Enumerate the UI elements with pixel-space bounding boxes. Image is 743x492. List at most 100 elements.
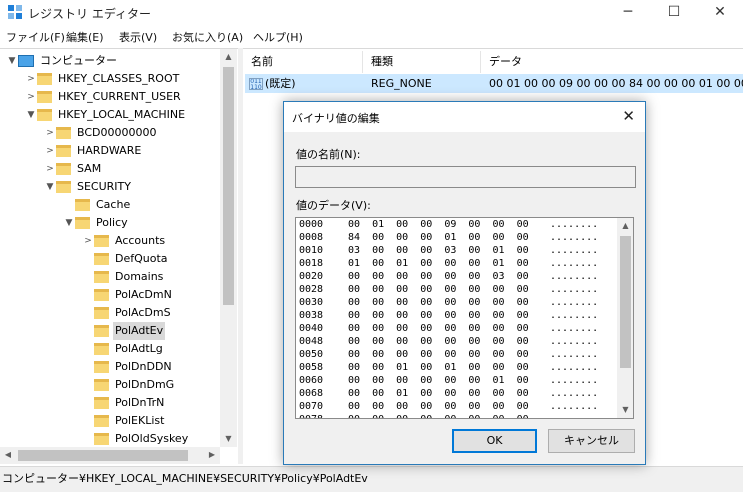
tree-item[interactable]: > SAM xyxy=(44,160,103,178)
collapsed-arrow-icon[interactable]: > xyxy=(25,70,37,88)
hex-address: 0020 xyxy=(299,271,324,282)
ok-button[interactable]: OK xyxy=(452,429,537,453)
scroll-up-arrow-icon[interactable]: ▲ xyxy=(220,49,237,65)
menu-help[interactable]: ヘルプ(H) xyxy=(253,29,303,45)
tree-item[interactable]: > HKEY_CURRENT_USER xyxy=(25,88,183,106)
collapsed-arrow-icon[interactable]: > xyxy=(44,124,56,142)
hex-row[interactable]: 0000 00 01 00 00 09 00 00 00........ xyxy=(299,219,617,231)
tree-item[interactable]: PolAdtLg xyxy=(82,340,165,358)
column-type[interactable]: 種類 xyxy=(363,51,481,73)
tree-item[interactable]: PolAdtEv xyxy=(82,322,166,340)
hex-ascii: ........ xyxy=(550,336,599,347)
hex-row[interactable]: 0050 00 00 00 00 00 00 00 00........ xyxy=(299,349,617,361)
folder-icon xyxy=(56,163,71,175)
tree-item[interactable]: ▼ コンピューター xyxy=(6,52,119,70)
tree-item-label: SECURITY xyxy=(77,180,131,193)
tree-scroll-thumb[interactable] xyxy=(223,67,234,305)
tree-item-label: Accounts xyxy=(115,234,166,247)
hex-row[interactable]: 0008 84 00 00 00 01 00 00 00........ xyxy=(299,232,617,244)
folder-icon xyxy=(94,253,109,265)
cancel-button[interactable]: キャンセル xyxy=(548,429,635,453)
menu-file[interactable]: ファイル(F) xyxy=(6,29,65,45)
tree-item[interactable]: Domains xyxy=(82,268,165,286)
hex-ascii: ........ xyxy=(550,258,599,269)
hex-scroll-thumb[interactable] xyxy=(620,236,631,368)
collapsed-arrow-icon[interactable]: > xyxy=(25,88,37,106)
tree-item[interactable]: > BCD00000000 xyxy=(44,124,159,142)
minimize-button[interactable]: ─ xyxy=(605,0,651,26)
hex-row[interactable]: 0048 00 00 00 00 00 00 00 00........ xyxy=(299,336,617,348)
maximize-button[interactable]: ☐ xyxy=(651,0,697,26)
tree-item[interactable]: PolDnDDN xyxy=(82,358,174,376)
folder-icon xyxy=(56,181,71,193)
tree-horizontal-scrollbar[interactable]: ◀ ▶ xyxy=(0,447,220,464)
tree-hscroll-thumb[interactable] xyxy=(18,450,188,461)
hex-row[interactable]: 0020 00 00 00 00 00 00 03 00........ xyxy=(299,271,617,283)
expanded-arrow-icon[interactable]: ▼ xyxy=(25,106,37,124)
hex-scroll-down-arrow-icon[interactable]: ▼ xyxy=(617,402,633,418)
tree-item-label: PolDnTrN xyxy=(115,396,165,409)
tree-item-label: PolDnDDN xyxy=(115,360,172,373)
tree-item[interactable]: PolDnDmG xyxy=(82,376,176,394)
dialog-close-icon[interactable]: ✕ xyxy=(622,107,635,125)
key-tree[interactable]: ▼ コンピューター > HKEY_CLASSES_ROOT > HKEY_CURRENT_… xyxy=(0,48,238,464)
column-name[interactable]: 名前 xyxy=(243,51,363,73)
hex-ascii: ........ xyxy=(550,271,599,282)
scroll-right-arrow-icon[interactable]: ▶ xyxy=(204,447,220,464)
hex-row[interactable]: 0028 00 00 00 00 00 00 00 00........ xyxy=(299,284,617,296)
collapsed-arrow-icon[interactable]: > xyxy=(44,160,56,178)
menu-favorites[interactable]: お気に入り(A) xyxy=(172,29,243,45)
menu-view[interactable]: 表示(V) xyxy=(119,29,157,45)
hex-ascii: ........ xyxy=(550,310,599,321)
tree-item[interactable]: PolEKList xyxy=(82,412,166,430)
tree-item[interactable]: Cache xyxy=(63,196,132,214)
status-bar: コンピューター¥HKEY_LOCAL_MACHINE¥SECURITY¥Poli… xyxy=(0,466,743,492)
tree-item-label: コンピューター xyxy=(40,54,117,67)
collapsed-arrow-icon[interactable]: > xyxy=(44,142,56,160)
hex-row[interactable]: 0070 00 00 00 00 00 00 00 00........ xyxy=(299,401,617,413)
tree-item[interactable]: > HKEY_CLASSES_ROOT xyxy=(25,70,181,88)
hex-vertical-scrollbar[interactable]: ▲ ▼ xyxy=(617,218,633,418)
hex-row[interactable]: 0010 03 00 00 00 03 00 01 00........ xyxy=(299,245,617,257)
tree-item[interactable]: ▼ Policy xyxy=(63,214,130,232)
collapsed-arrow-icon[interactable]: > xyxy=(82,232,94,250)
tree-item[interactable]: PolDnTrN xyxy=(82,394,166,412)
hex-ascii: ........ xyxy=(550,349,599,360)
tree-item[interactable]: ▼ SECURITY xyxy=(44,178,133,196)
tree-item[interactable]: DefQuota xyxy=(82,250,170,268)
scroll-down-arrow-icon[interactable]: ▼ xyxy=(220,431,237,447)
hex-address: 0048 xyxy=(299,336,324,347)
tree-item[interactable]: PolAcDmS xyxy=(82,304,173,322)
value-data-cell: 00 01 00 00 09 00 00 00 84 00 00 00 01 0… xyxy=(489,77,743,90)
value-row[interactable]: 011 110 (既定) REG_NONE 00 01 00 00 09 00 00… xyxy=(245,74,743,93)
hex-row[interactable]: 0040 00 00 00 00 00 00 00 00........ xyxy=(299,323,617,335)
tree-item[interactable]: > Accounts xyxy=(82,232,167,250)
hex-row[interactable]: 0018 01 00 01 00 00 00 01 00........ xyxy=(299,258,617,270)
expanded-arrow-icon[interactable]: ▼ xyxy=(63,214,75,232)
tree-item[interactable]: > HARDWARE xyxy=(44,142,143,160)
folder-icon xyxy=(37,91,52,103)
tree-item[interactable]: PolOldSyskey xyxy=(82,430,190,448)
hex-ascii: ........ xyxy=(550,219,599,230)
close-button[interactable]: ✕ xyxy=(697,0,743,26)
hex-scroll-up-arrow-icon[interactable]: ▲ xyxy=(617,218,633,234)
tree-vertical-scrollbar[interactable]: ▲ ▼ xyxy=(220,49,237,447)
expanded-arrow-icon[interactable]: ▼ xyxy=(6,52,18,70)
tree-item[interactable]: PolAcDmN xyxy=(82,286,174,304)
tree-item-label: PolEKList xyxy=(115,414,165,427)
hex-row[interactable]: 0038 00 00 00 00 00 00 00 00........ xyxy=(299,310,617,322)
hex-row[interactable]: 0078 00 00 00 00 00 00 00 00........ xyxy=(299,414,617,418)
hex-ascii: ........ xyxy=(550,388,599,399)
expanded-arrow-icon[interactable]: ▼ xyxy=(44,178,56,196)
menu-edit[interactable]: 編集(E) xyxy=(66,29,104,45)
hex-address: 0010 xyxy=(299,245,324,256)
hex-row[interactable]: 0058 00 00 01 00 01 00 00 00........ xyxy=(299,362,617,374)
column-data[interactable]: データ xyxy=(481,51,743,73)
hex-ascii: ........ xyxy=(550,245,599,256)
hex-row[interactable]: 0060 00 00 00 00 00 00 01 00........ xyxy=(299,375,617,387)
scroll-left-arrow-icon[interactable]: ◀ xyxy=(0,447,16,464)
tree-item[interactable]: ▼ HKEY_LOCAL_MACHINE xyxy=(25,106,187,124)
hex-row[interactable]: 0030 00 00 00 00 00 00 00 00........ xyxy=(299,297,617,309)
hex-editor[interactable]: 0000 00 01 00 00 09 00 00 00........ 0008 8… xyxy=(295,217,634,419)
hex-row[interactable]: 0068 00 00 01 00 00 00 00 00........ xyxy=(299,388,617,400)
